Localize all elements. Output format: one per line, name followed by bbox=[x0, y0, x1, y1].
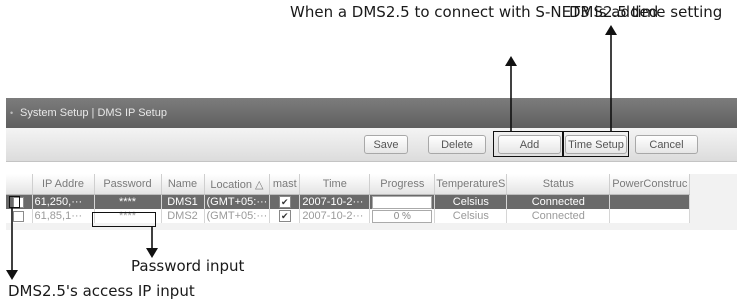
breadcrumb: System Setup | DMS IP Setup bbox=[20, 107, 167, 119]
header-name[interactable]: Name bbox=[161, 174, 205, 195]
name-cell[interactable]: DMS2 bbox=[161, 209, 205, 223]
temperature-cell[interactable]: Celsius bbox=[434, 209, 508, 223]
header-temperature[interactable]: TemperatureS bbox=[434, 174, 508, 195]
table-header-row: IP Addre Password Name Location △ mast T… bbox=[6, 174, 691, 195]
arrow-time-head bbox=[605, 25, 617, 35]
spacer bbox=[6, 162, 737, 174]
header-location[interactable]: Location △ bbox=[204, 174, 271, 195]
bullet-icon: • bbox=[10, 108, 14, 118]
window-titlebar: • System Setup | DMS IP Setup bbox=[6, 98, 737, 128]
location-cell[interactable]: (GMT+05:··· bbox=[204, 209, 271, 223]
power-cell[interactable] bbox=[609, 209, 691, 223]
highlight-time-setup bbox=[563, 131, 629, 157]
progress-bar: 0 % bbox=[372, 209, 433, 223]
header-ip[interactable]: IP Addre bbox=[32, 174, 95, 195]
row-checkbox[interactable] bbox=[6, 209, 33, 223]
highlight-add bbox=[493, 131, 563, 157]
power-cell[interactable] bbox=[609, 194, 691, 209]
header-password[interactable]: Password bbox=[94, 174, 162, 195]
header-status[interactable]: Status bbox=[506, 174, 611, 195]
progress-cell bbox=[369, 194, 436, 209]
master-cell[interactable]: ✔ bbox=[269, 194, 301, 209]
name-cell[interactable]: DMS1 bbox=[161, 194, 205, 209]
location-cell[interactable]: (GMT+05:··· bbox=[204, 194, 271, 209]
temperature-cell[interactable]: Celsius bbox=[434, 194, 508, 209]
header-select bbox=[6, 174, 33, 195]
arrow-ip-head bbox=[6, 270, 18, 280]
time-cell[interactable]: 2007-10-2··· bbox=[299, 209, 371, 223]
callout-add: When a DMS2.5 to connect with S-NET3 is … bbox=[290, 3, 659, 21]
header-progress[interactable]: Progress bbox=[369, 174, 436, 195]
status-cell: Connected bbox=[506, 209, 611, 223]
time-cell[interactable]: 2007-10-2··· bbox=[299, 194, 371, 209]
master-checkbox-checked[interactable]: ✔ bbox=[278, 196, 291, 209]
checkbox[interactable] bbox=[13, 210, 25, 222]
callout-password: Password input bbox=[131, 257, 245, 275]
ip-cell[interactable]: 61,250,··· bbox=[32, 194, 95, 209]
arrow-add-head bbox=[505, 56, 517, 66]
highlight-password bbox=[92, 212, 156, 227]
header-master[interactable]: mast bbox=[269, 174, 301, 195]
progress-cell: 0 % bbox=[369, 209, 436, 223]
table-row[interactable]: 61,250,··· **** DMS1 (GMT+05:··· ✔ 2007-… bbox=[6, 194, 691, 209]
callout-time-setting: DMS2.5 time setting bbox=[569, 3, 723, 21]
status-cell: Connected bbox=[506, 194, 611, 209]
delete-button[interactable]: Delete bbox=[428, 135, 486, 154]
ip-cell[interactable]: 61,85,1··· bbox=[32, 209, 95, 223]
master-cell[interactable]: ✔ bbox=[269, 209, 301, 223]
header-time[interactable]: Time bbox=[299, 174, 371, 195]
password-cell[interactable]: **** bbox=[94, 194, 162, 209]
progress-bar bbox=[372, 195, 433, 209]
callout-ip: DMS2.5's access IP input bbox=[8, 282, 195, 300]
save-button[interactable]: Save bbox=[364, 135, 408, 154]
master-checkbox-checked[interactable]: ✔ bbox=[278, 210, 291, 223]
header-power[interactable]: PowerConstruc bbox=[609, 174, 691, 195]
cancel-button[interactable]: Cancel bbox=[635, 135, 698, 154]
highlight-ip bbox=[9, 196, 20, 208]
